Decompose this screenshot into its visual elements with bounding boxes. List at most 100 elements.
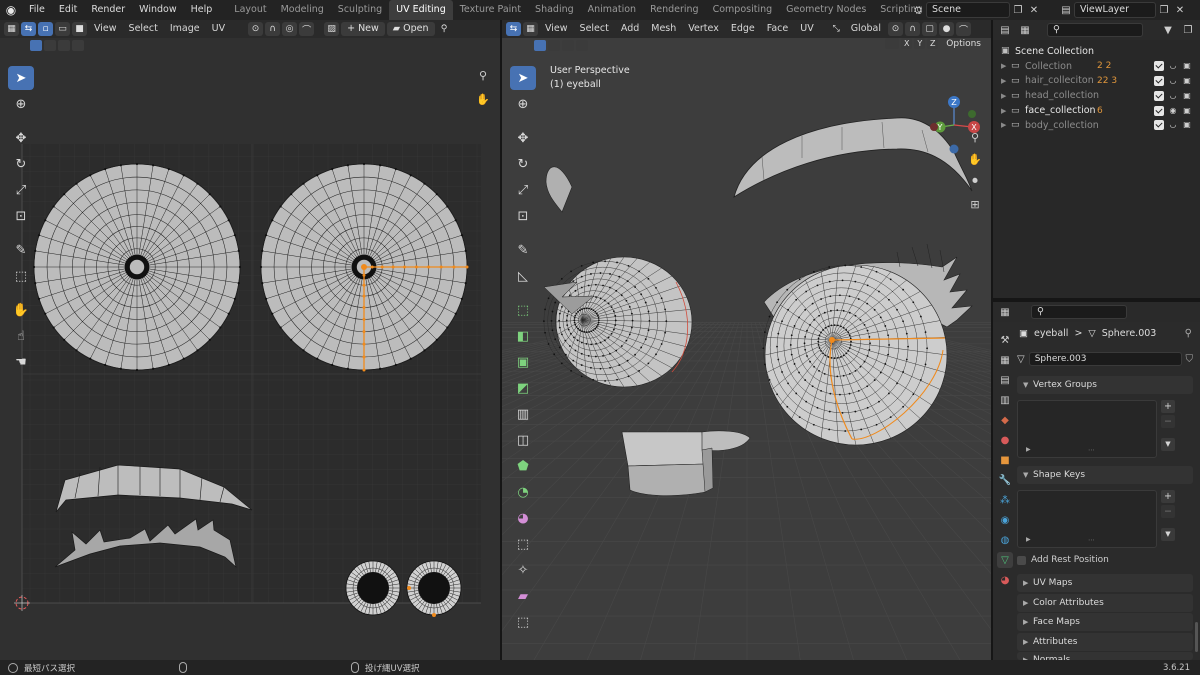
mirror-icon[interactable] — [885, 38, 900, 49]
vp-select-extend-icon[interactable] — [548, 39, 560, 51]
workspace-tab-animation[interactable]: Animation — [581, 0, 643, 20]
output-tab-icon[interactable]: ▤ — [997, 372, 1013, 388]
vp-menu-mesh[interactable]: Mesh — [646, 20, 681, 38]
transform-orientation-dropdown[interactable]: Global — [846, 20, 886, 38]
workspace-tab-compositing[interactable]: Compositing — [706, 0, 780, 20]
expand-arrow-icon[interactable]: ▶ — [1001, 107, 1011, 115]
constraints-tab-icon[interactable]: ◍ — [997, 532, 1013, 548]
exclude-checkbox[interactable] — [1154, 75, 1164, 86]
scene-tab-icon[interactable]: ◆ — [997, 412, 1013, 428]
outliner-row-Collection[interactable]: ▶ ▭ Collection 2 2 ◡ ▣ — [993, 59, 1200, 74]
scene-name-field[interactable]: Scene — [926, 2, 1010, 18]
menu-window[interactable]: Window — [132, 0, 183, 20]
vertex-select-icon[interactable]: ▫ — [38, 22, 53, 36]
move-tool-icon[interactable]: ✥ — [8, 126, 34, 150]
outliner-row-face-collection[interactable]: ▶ ▭ face_collection 6 ◉ ▣ — [993, 103, 1200, 118]
outliner-editor-type-icon[interactable]: ▤ — [997, 22, 1013, 38]
vp-select-tool-icon[interactable]: ➤ — [510, 66, 536, 90]
uv-menu-select[interactable]: Select — [124, 20, 163, 38]
uv-canvas[interactable] — [0, 52, 500, 660]
camera-icon[interactable]: ▣ — [1182, 120, 1192, 130]
fake-user-icon[interactable]: ⛉ — [1186, 354, 1194, 365]
edge-slide-tool-icon[interactable]: ⬚ — [510, 532, 536, 556]
shrink-fatten-tool-icon[interactable]: ✧ — [510, 558, 536, 582]
uv-island-eye-right[interactable] — [259, 162, 469, 372]
eye-closed-icon[interactable]: ◡ — [1168, 91, 1178, 101]
shape-keys-panel-header[interactable]: ▼ Shape Keys — [1017, 466, 1193, 484]
vp-annotate-tool-icon[interactable]: ✎ — [510, 238, 536, 262]
workspace-tab-uv-editing[interactable]: UV Editing — [389, 0, 453, 20]
edit-mode-icon[interactable]: ▦ — [523, 22, 538, 36]
zoom-icon[interactable]: ⚲ — [472, 64, 494, 86]
transform-tool-icon[interactable]: ⊡ — [8, 204, 34, 228]
viewport-editor-type-icon[interactable]: ⇆ — [506, 22, 521, 36]
scene-collection-row[interactable]: ▣ Scene Collection — [993, 44, 1200, 59]
vp-select-subtract-icon[interactable] — [562, 39, 574, 51]
extrude-tool-icon[interactable]: ◧ — [510, 324, 536, 348]
mirror-x-toggle[interactable]: X — [901, 38, 913, 49]
open-image-button[interactable]: ▰ Open — [386, 22, 435, 36]
render-tab-icon[interactable]: ▦ — [997, 352, 1013, 368]
expand-arrow-icon[interactable]: ▶ — [1001, 92, 1011, 100]
uv-menu-view[interactable]: View — [89, 20, 122, 38]
vp-transform-tool-icon[interactable]: ⊡ — [510, 204, 536, 228]
uv-menu-image[interactable]: Image — [165, 20, 205, 38]
vp-snap-icon[interactable]: ∩ — [905, 22, 920, 36]
camera-icon[interactable]: ▣ — [1182, 91, 1192, 101]
add-rest-position-row[interactable]: Add Rest Position — [1017, 555, 1193, 565]
mesh-data-tab-icon[interactable]: ▽ — [997, 552, 1013, 568]
view-layer-name-field[interactable]: ViewLayer — [1074, 2, 1156, 18]
vp-proportional-icon[interactable]: ● — [939, 22, 954, 36]
spin-tool-icon[interactable]: ◔ — [510, 480, 536, 504]
menu-edit[interactable]: Edit — [52, 0, 84, 20]
eye-closed-icon[interactable]: ◡ — [1168, 76, 1178, 86]
outliner-row-body-collection[interactable]: ▶ ▭ body_collection ◡ ▣ — [993, 118, 1200, 133]
properties-pin-icon[interactable]: ⚲ — [1185, 328, 1192, 339]
camera-view-icon[interactable]: ⏺ — [964, 170, 986, 192]
properties-search-input[interactable]: ⚲ — [1031, 305, 1127, 319]
menu-render[interactable]: Render — [84, 0, 132, 20]
exclude-checkbox[interactable] — [1154, 120, 1164, 131]
uv-island-eye-left[interactable] — [32, 162, 242, 372]
new-view-layer-icon[interactable]: ❐ — [1156, 2, 1172, 18]
mesh-mouth[interactable] — [621, 430, 751, 496]
mirror-z-toggle[interactable]: Z — [927, 38, 939, 49]
view-layer-icon[interactable]: ▤ — [1058, 2, 1074, 18]
rip-tool-icon[interactable]: ⬚ — [8, 264, 34, 288]
menu-help[interactable]: Help — [184, 0, 220, 20]
add-shape-key-button[interactable]: + — [1161, 490, 1175, 503]
material-tab-icon[interactable]: ◕ — [997, 572, 1013, 588]
new-image-button[interactable]: + New — [341, 22, 385, 36]
annotate-tool-icon[interactable]: ✎ — [8, 238, 34, 262]
vp-zoom-icon[interactable]: ⚲ — [964, 126, 986, 148]
remove-vertex-group-button[interactable]: − — [1161, 415, 1175, 428]
normals-panel-header[interactable]: ▶ Normals — [1017, 652, 1193, 660]
physics-tab-icon[interactable]: ◉ — [997, 512, 1013, 528]
vp-snap-target-icon[interactable]: ▢ — [922, 22, 937, 36]
add-rest-position-checkbox[interactable] — [1017, 555, 1026, 565]
vp-select-invert-icon[interactable] — [576, 39, 588, 51]
vp-pivot-icon[interactable]: ⊙ — [888, 22, 903, 36]
smooth-tool-icon[interactable]: ◕ — [510, 506, 536, 530]
workspace-tab-sculpting[interactable]: Sculpting — [331, 0, 389, 20]
add-vertex-group-button[interactable]: + — [1161, 400, 1175, 413]
proportional-edit-icon[interactable]: ◎ — [282, 22, 298, 36]
workspace-tab-geometry-nodes[interactable]: Geometry Nodes — [779, 0, 873, 20]
outliner-row-hair-colleciton[interactable]: ▶ ▭ hair_colleciton 22 3 ◡ ▣ — [993, 74, 1200, 89]
uv-maps-panel-header[interactable]: ▶ UV Maps — [1017, 574, 1193, 592]
tool-tab-icon[interactable]: ⚒ — [997, 332, 1013, 348]
vp-falloff-icon[interactable]: ⌒ — [956, 22, 971, 36]
select-invert-icon[interactable] — [72, 39, 84, 51]
vp-cursor-tool-icon[interactable]: ⊕ — [510, 92, 536, 116]
outliner-display-mode-icon[interactable]: ▦ — [1017, 22, 1033, 38]
poly-build-tool-icon[interactable]: ⬟ — [510, 454, 536, 478]
bevel-tool-icon[interactable]: ◩ — [510, 376, 536, 400]
outliner-filter-icon[interactable]: ▼ — [1160, 22, 1176, 38]
grab-tool-icon[interactable]: ✋ — [8, 298, 34, 322]
exclude-checkbox[interactable] — [1154, 61, 1164, 72]
relax-tool-icon[interactable]: ☝ — [8, 324, 34, 348]
eye-icon[interactable]: ◉ — [1168, 106, 1178, 116]
vp-menu-add[interactable]: Add — [616, 20, 644, 38]
workspace-tab-shading[interactable]: Shading — [528, 0, 581, 20]
vp-pan-icon[interactable]: ✋ — [964, 148, 986, 170]
